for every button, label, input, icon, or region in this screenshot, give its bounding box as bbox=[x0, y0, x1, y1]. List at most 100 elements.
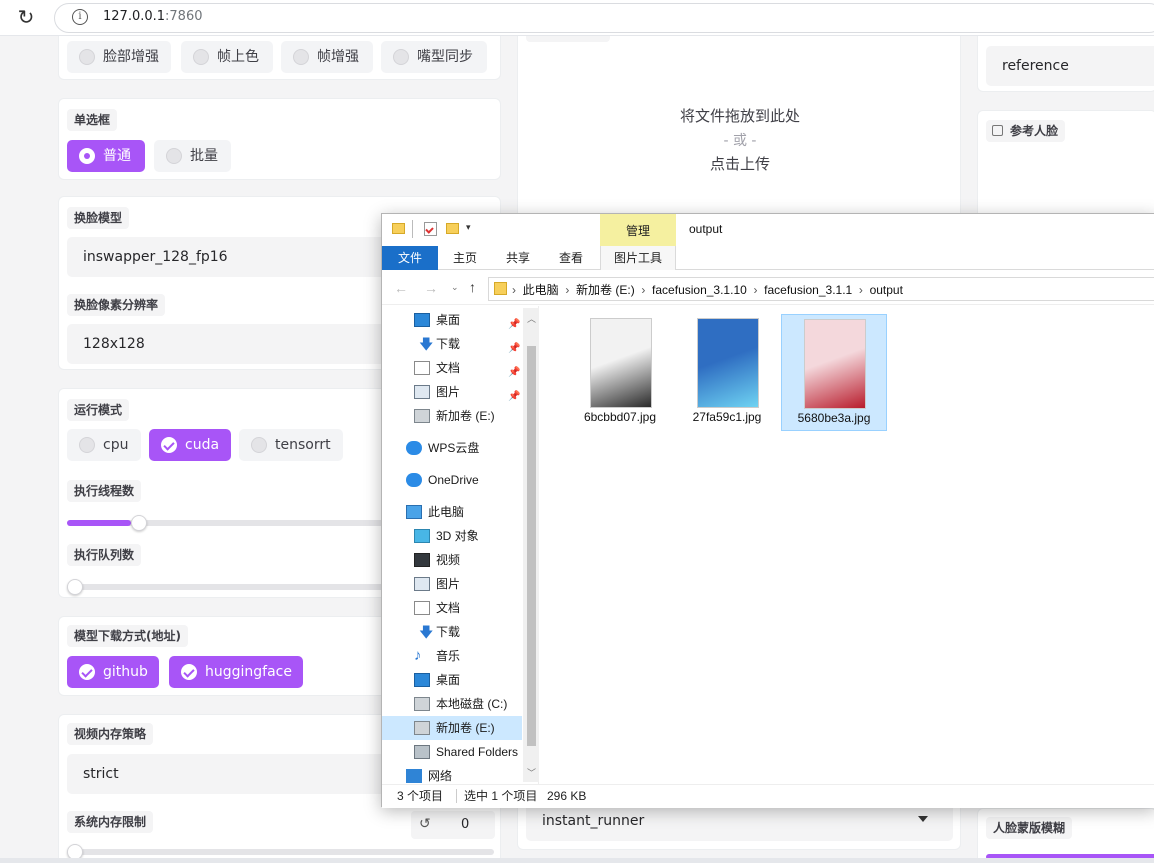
desktop-icon bbox=[414, 313, 430, 327]
crumb-this-pc[interactable]: 此电脑 bbox=[523, 283, 559, 297]
crumb-output[interactable]: output bbox=[870, 283, 903, 297]
processor-face-enhancer[interactable]: 脸部增强 bbox=[67, 41, 171, 73]
system-memory-track[interactable] bbox=[67, 849, 494, 855]
nav-item[interactable]: 图片 bbox=[382, 572, 522, 596]
system-memory-label: 系统内存限制 bbox=[67, 811, 154, 833]
nav-item[interactable]: 视频 bbox=[382, 548, 522, 572]
file-name: 27fa59c1.jpg bbox=[692, 410, 762, 424]
nav-item[interactable]: 文档 📌 bbox=[382, 356, 522, 380]
radio-normal[interactable]: 普通 bbox=[67, 140, 145, 172]
network-icon bbox=[406, 769, 422, 783]
download-github[interactable]: github bbox=[67, 656, 159, 688]
crumb-facefusion-3110[interactable]: facefusion_3.1.10 bbox=[652, 283, 747, 297]
properties-icon[interactable] bbox=[424, 222, 437, 236]
nav-item-label: 桌面 bbox=[436, 673, 461, 687]
run-mode-cuda[interactable]: cuda bbox=[149, 429, 231, 461]
nav-item-label: 文档 bbox=[436, 601, 461, 615]
document-icon bbox=[414, 601, 430, 615]
music-icon: ♪ bbox=[414, 647, 422, 664]
queue-count-knob[interactable] bbox=[67, 579, 83, 595]
tab-home[interactable]: 主页 bbox=[442, 246, 488, 270]
nav-item[interactable]: Shared Folders bbox=[382, 740, 522, 764]
nav-item[interactable]: 本地磁盘 (C:) bbox=[382, 692, 522, 716]
nav-item[interactable]: ♪ 音乐 bbox=[382, 644, 522, 668]
url-text: 127.0.0.1:7860 bbox=[103, 9, 203, 24]
upload-area[interactable]: 将文件拖放到此处 - 或 - 点击上传 bbox=[517, 36, 961, 226]
nav-item-label: 下载 bbox=[436, 625, 461, 639]
nav-item[interactable]: 🡇 下载 📌 bbox=[382, 332, 522, 356]
nav-scrollbar[interactable]: ︿ ﹀ bbox=[523, 308, 539, 782]
processor-frame-colorizer[interactable]: 帧上色 bbox=[181, 41, 273, 73]
crumb-facefusion-311[interactable]: facefusion_3.1.1 bbox=[764, 283, 852, 297]
reference-face-panel: 参考人脸 bbox=[977, 110, 1154, 220]
quick-access-dropdown-icon[interactable]: ▾ bbox=[466, 222, 471, 233]
up-icon[interactable]: ↑ bbox=[469, 279, 476, 295]
nav-scroll-thumb[interactable] bbox=[527, 346, 536, 746]
reset-icon[interactable]: ↺ bbox=[419, 816, 431, 832]
folder-icon bbox=[494, 282, 507, 295]
file-explorer-window[interactable]: ▾ 管理 output 文件 主页 共享 查看 图片工具 ← → ⌄ ↑ › 此… bbox=[381, 213, 1154, 808]
computer-icon bbox=[406, 505, 422, 519]
run-mode-cpu[interactable]: cpu bbox=[67, 429, 141, 461]
nav-item[interactable]: 桌面 📌 bbox=[382, 308, 522, 332]
radio-batch[interactable]: 批量 bbox=[154, 140, 231, 172]
tab-file[interactable]: 文件 bbox=[382, 246, 438, 270]
radio-label: 单选框 bbox=[67, 109, 118, 131]
manage-tab[interactable]: 管理 bbox=[600, 222, 676, 239]
status-item-count: 3 个项目 bbox=[397, 789, 444, 803]
crumb-drive-e[interactable]: 新加卷 (E:) bbox=[576, 283, 635, 297]
nav-item[interactable]: WPS云盘 bbox=[382, 436, 522, 460]
file-item[interactable]: 27fa59c1.jpg bbox=[675, 314, 781, 431]
reload-icon[interactable]: ↻ bbox=[14, 6, 38, 30]
run-mode-tensorrt[interactable]: tensorrt bbox=[239, 429, 343, 461]
info-icon[interactable]: i bbox=[72, 9, 88, 25]
file-item[interactable]: 6bcbbd07.jpg bbox=[568, 314, 674, 431]
processor-frame-enhancer[interactable]: 帧增强 bbox=[281, 41, 373, 73]
nav-item[interactable]: 新加卷 (E:) bbox=[382, 404, 522, 428]
file-item[interactable]: 5680be3a.jpg bbox=[781, 314, 887, 431]
nav-item[interactable]: 🡇 下载 bbox=[382, 620, 522, 644]
file-list[interactable]: 6bcbbd07.jpg 27fa59c1.jpg 5680be3a.jpg bbox=[540, 306, 1154, 784]
recent-dropdown-icon[interactable]: ⌄ bbox=[451, 282, 459, 293]
nav-item[interactable]: 图片 📌 bbox=[382, 380, 522, 404]
nav-item-label: 文档 bbox=[436, 361, 461, 375]
nav-item[interactable]: OneDrive bbox=[382, 468, 522, 492]
system-memory-value: 0 bbox=[461, 817, 470, 832]
desktop-icon bbox=[414, 673, 430, 687]
tab-picture-tools[interactable]: 图片工具 bbox=[600, 246, 676, 270]
tab-share[interactable]: 共享 bbox=[495, 246, 541, 270]
thread-count-knob[interactable] bbox=[131, 515, 148, 531]
nav-item[interactable]: 此电脑 bbox=[382, 500, 522, 524]
upload-click-text: 点击上传 bbox=[709, 155, 770, 173]
tab-view[interactable]: 查看 bbox=[548, 246, 594, 270]
drive-icon bbox=[414, 409, 430, 423]
nav-item-label: 新加卷 (E:) bbox=[436, 409, 495, 423]
back-icon[interactable]: ← bbox=[394, 280, 408, 296]
scroll-down-icon[interactable]: ﹀ bbox=[527, 766, 536, 779]
swap-resolution-label: 换脸像素分辨率 bbox=[67, 294, 166, 316]
download-huggingface[interactable]: huggingface bbox=[169, 656, 303, 688]
document-icon bbox=[414, 361, 430, 375]
video-memory-label: 视频内存策略 bbox=[67, 723, 154, 745]
forward-icon[interactable]: → bbox=[424, 280, 438, 296]
nav-item[interactable]: 3D 对象 bbox=[382, 524, 522, 548]
scroll-up-icon[interactable]: ︿ bbox=[527, 312, 536, 325]
face-mode-dropdown[interactable]: reference bbox=[986, 46, 1154, 86]
system-memory-number[interactable]: ↺ 0 bbox=[411, 811, 495, 839]
mask-blur-label: 人脸蒙版模糊 bbox=[986, 817, 1073, 839]
nav-item[interactable]: 文档 bbox=[382, 596, 522, 620]
picture-icon bbox=[414, 385, 430, 399]
address-bar[interactable] bbox=[54, 3, 1154, 33]
nav-item[interactable]: 新加卷 (E:) bbox=[382, 716, 522, 740]
download-icon: 🡇 bbox=[419, 624, 434, 640]
processor-lip-syncer[interactable]: 嘴型同步 bbox=[381, 41, 487, 73]
nav-item[interactable]: 网络 bbox=[382, 764, 522, 784]
processors-panel: 脸部增强 帧上色 帧增强 嘴型同步 bbox=[58, 36, 501, 80]
new-folder-icon[interactable] bbox=[446, 223, 459, 234]
file-name: 5680be3a.jpg bbox=[797, 411, 871, 425]
drive-icon bbox=[414, 721, 430, 735]
navigation-pane[interactable]: 桌面 📌 🡇 下载 📌 文档 📌 图片 📌 新加卷 (E:) WPS云盘 OneDrive 此电脑 3D … bbox=[382, 306, 539, 784]
video-icon bbox=[414, 553, 430, 567]
nav-item-label: 此电脑 bbox=[428, 505, 465, 519]
nav-item[interactable]: 桌面 bbox=[382, 668, 522, 692]
